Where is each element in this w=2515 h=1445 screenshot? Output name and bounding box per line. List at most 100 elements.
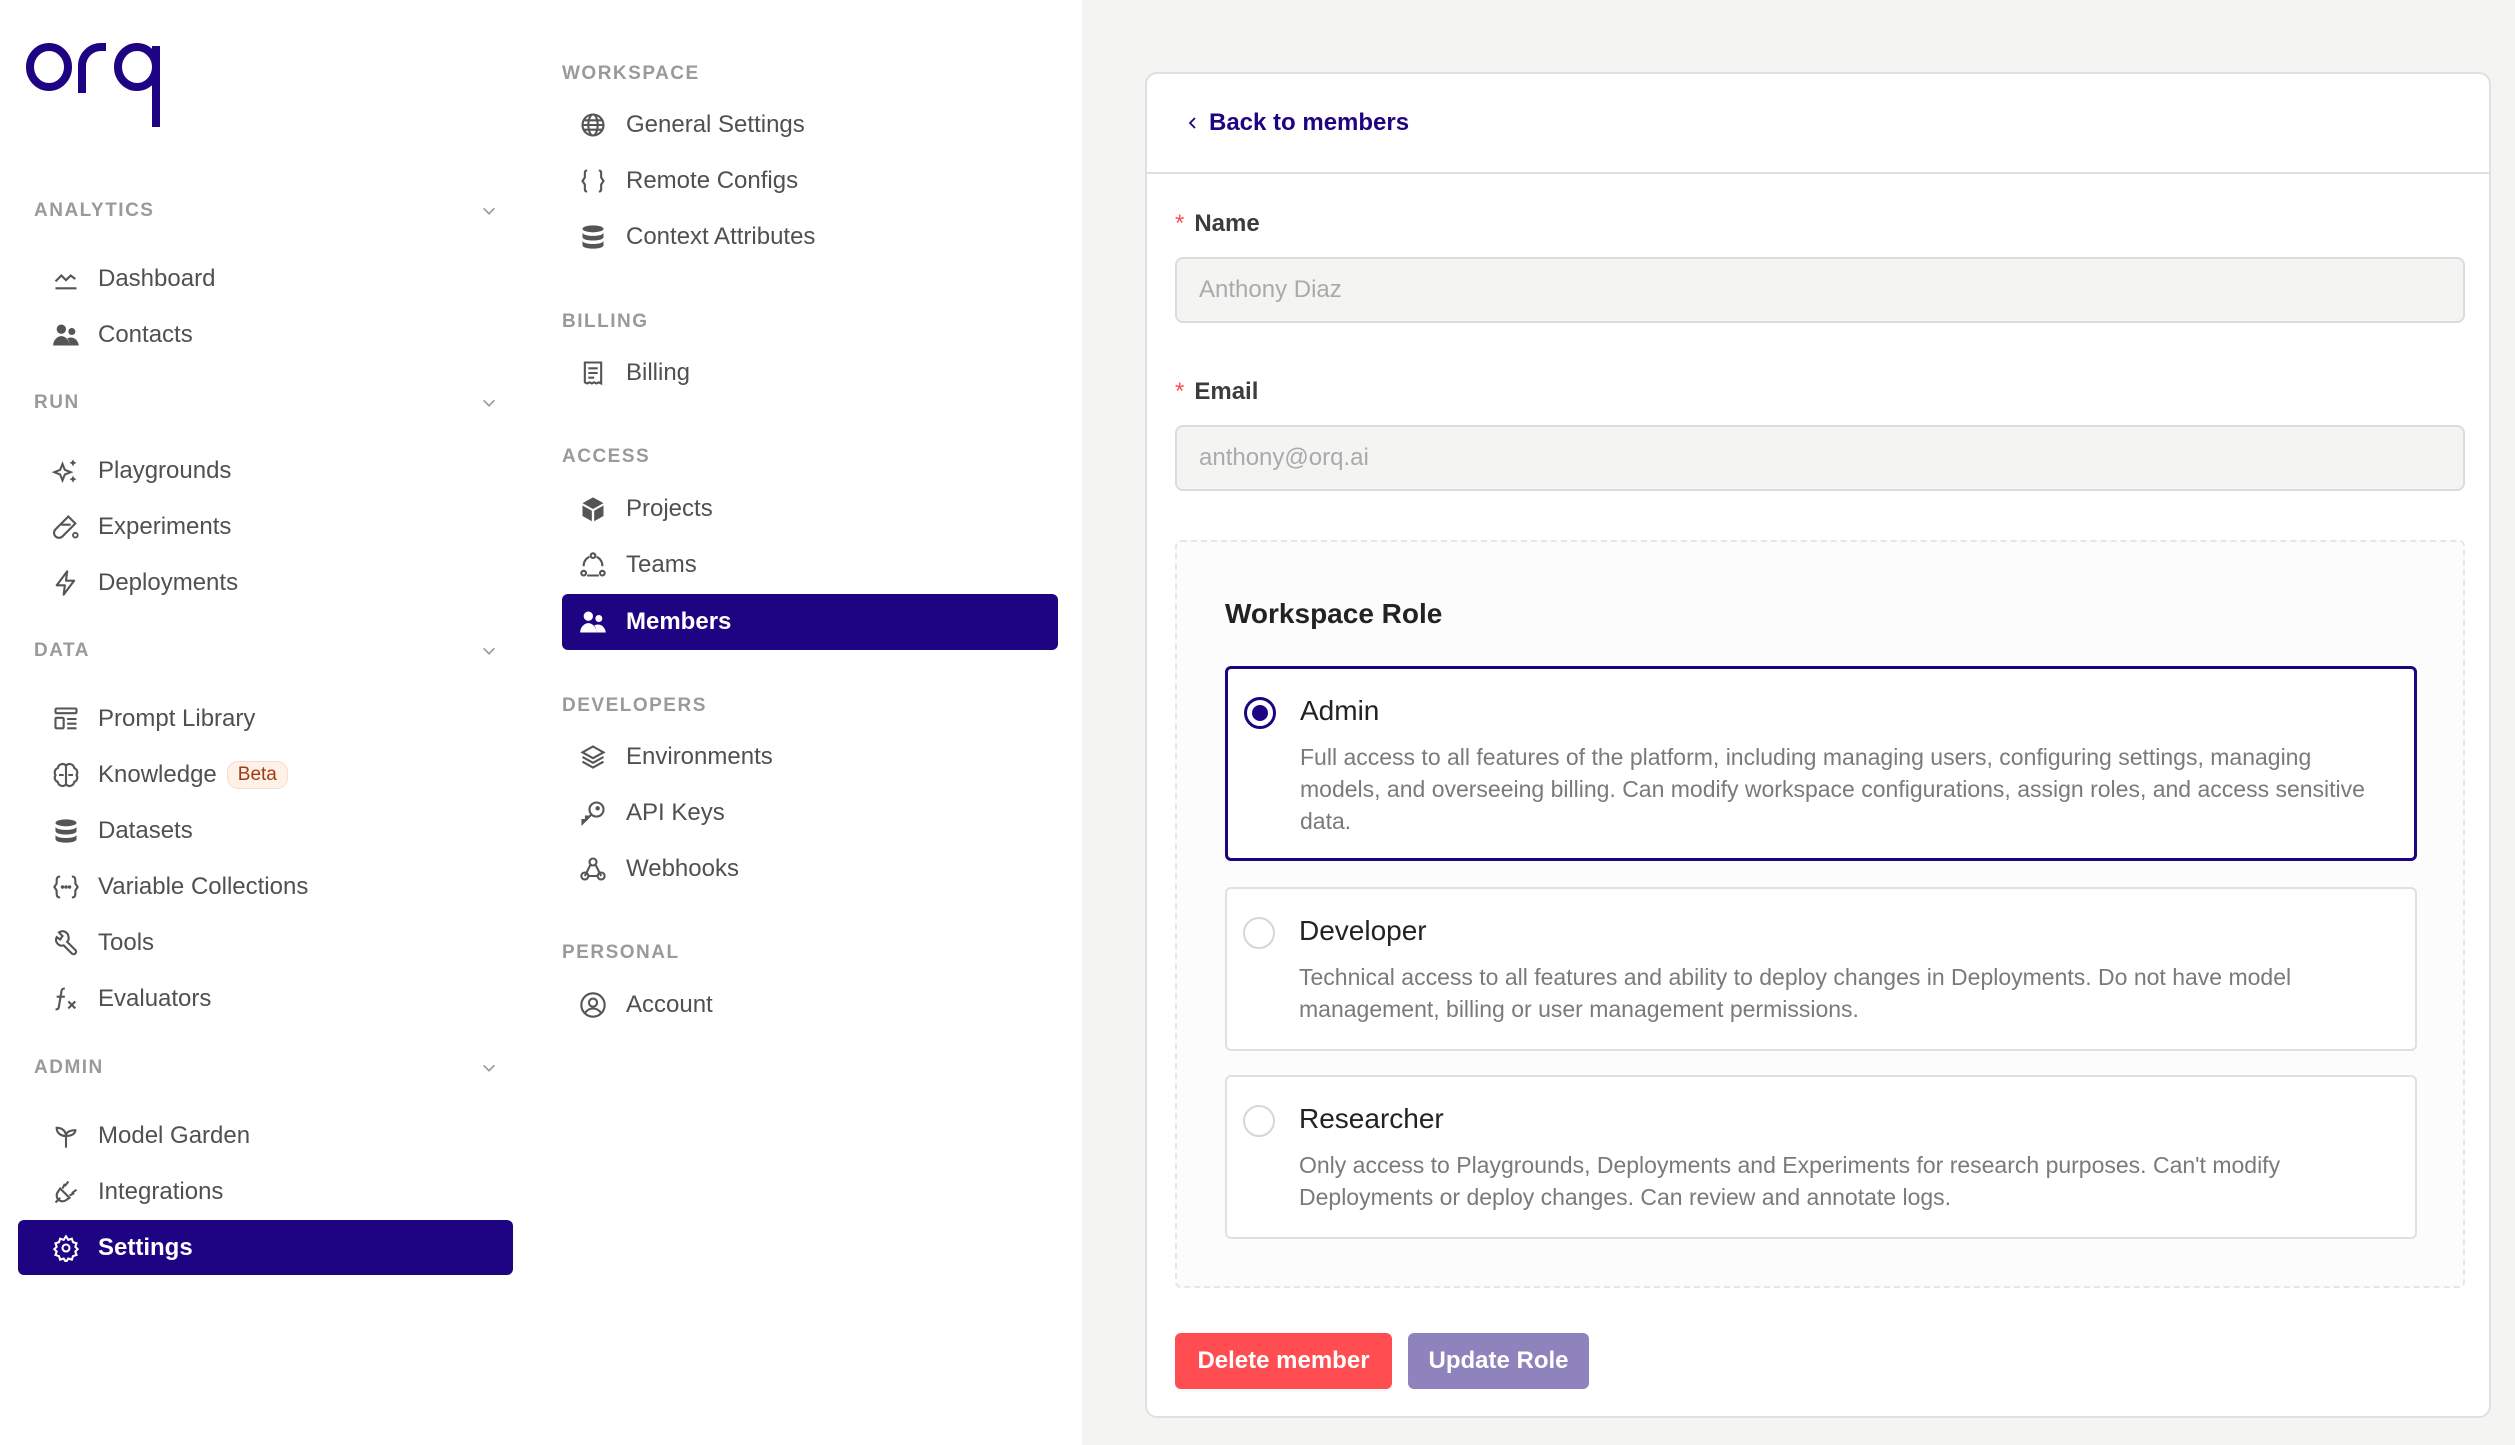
settings-item-remote-configs[interactable]: Remote Configs	[562, 153, 1058, 209]
sidebar-item-label: Model Garden	[98, 1121, 251, 1149]
chevron-left-icon	[1188, 117, 1196, 129]
function-icon	[51, 984, 81, 1014]
chevron-down-icon	[483, 207, 495, 215]
role-option-researcher[interactable]: Researcher Only access to Playgrounds, D…	[1225, 1075, 2417, 1239]
settings-item-label: Account	[626, 991, 713, 1018]
key-icon	[578, 798, 608, 828]
role-name: Researcher	[1299, 1103, 1444, 1134]
role-option-developer[interactable]: Developer Technical access to all featur…	[1225, 887, 2417, 1051]
sidebar-item-label: Dashboard	[98, 264, 216, 292]
role-description: Only access to Playgrounds, Deployments …	[1299, 1152, 2281, 1210]
sidebar-item-variable-collections[interactable]: Variable Collections	[18, 859, 513, 914]
sidebar-item-evaluators[interactable]: Evaluators	[18, 971, 513, 1026]
layout-list-icon	[51, 704, 81, 734]
sidebar-item-datasets[interactable]: Datasets	[18, 803, 513, 858]
section-header-data[interactable]: DATA	[34, 636, 495, 666]
sidebar-item-dashboard[interactable]: Dashboard	[18, 251, 513, 306]
cube-icon	[578, 494, 608, 524]
webhook-icon	[578, 854, 608, 884]
braces-icon	[578, 166, 608, 196]
settings-item-label: Billing	[626, 359, 691, 386]
braces-dots-icon	[51, 872, 81, 902]
settings-item-label: API Keys	[626, 799, 725, 826]
workspace-role-section: Workspace Role Admin Full access to all …	[1175, 540, 2465, 1288]
chevron-down-icon	[483, 1064, 495, 1072]
settings-section-developers: DEVELOPERS	[562, 695, 707, 716]
settings-item-label: Context Attributes	[626, 223, 816, 250]
sparkles-icon	[51, 456, 81, 486]
sidebar-item-label: Contacts	[98, 320, 193, 348]
section-header-run[interactable]: RUN	[34, 388, 495, 418]
section-header-analytics[interactable]: ANALYTICS	[34, 196, 495, 226]
sidebar-item-playgrounds[interactable]: Playgrounds	[18, 443, 513, 498]
settings-item-teams[interactable]: Teams	[562, 537, 1058, 593]
settings-section-workspace: WORKSPACE	[562, 63, 700, 84]
settings-item-billing[interactable]: Billing	[562, 345, 1058, 401]
sidebar-item-tools[interactable]: Tools	[18, 915, 513, 970]
required-asterisk: *	[1175, 210, 1185, 237]
test-tube-icon	[51, 512, 81, 542]
radio-unselected[interactable]	[1243, 917, 1275, 949]
role-name: Developer	[1299, 915, 1427, 946]
plug-icon	[51, 1177, 81, 1207]
user-circle-icon	[578, 990, 608, 1020]
sidebar-item-settings[interactable]: Settings	[18, 1220, 513, 1275]
role-description: Technical access to all features and abi…	[1299, 964, 2292, 1022]
section-title: RUN	[34, 392, 80, 413]
wrench-icon	[51, 928, 81, 958]
sidebar-item-integrations[interactable]: Integrations	[18, 1164, 513, 1219]
layers-icon	[578, 742, 608, 772]
sidebar-item-label: Experiments	[98, 512, 232, 540]
email-input[interactable]	[1175, 425, 2465, 491]
section-title: ADMIN	[34, 1057, 104, 1078]
users-icon	[578, 607, 608, 637]
back-to-members-link[interactable]: Back to members	[1185, 109, 1409, 137]
orq-logo[interactable]	[22, 42, 172, 132]
sprout-icon	[51, 1121, 81, 1151]
sidebar-item-prompt-library[interactable]: Prompt Library	[18, 691, 513, 746]
sidebar-item-label: Playgrounds	[98, 456, 232, 484]
settings-item-webhooks[interactable]: Webhooks	[562, 841, 1058, 897]
sidebar-item-knowledge[interactable]: Knowledge Beta	[18, 747, 513, 802]
sidebar-item-label: Prompt Library	[98, 704, 256, 732]
settings-item-members[interactable]: Members	[562, 594, 1058, 650]
sidebar-item-deployments[interactable]: Deployments	[18, 555, 513, 610]
section-title: DATA	[34, 640, 90, 661]
settings-item-environments[interactable]: Environments	[562, 729, 1058, 785]
update-role-button[interactable]: Update Role	[1408, 1333, 1589, 1389]
users-icon	[51, 320, 81, 350]
delete-member-button[interactable]: Delete member	[1175, 1333, 1392, 1389]
settings-item-label: Environments	[626, 743, 773, 770]
sidebar-item-experiments[interactable]: Experiments	[18, 499, 513, 554]
settings-item-api-keys[interactable]: API Keys	[562, 785, 1058, 841]
sidebar-item-label: Datasets	[98, 816, 193, 844]
email-label: * Email	[1175, 378, 1258, 406]
receipt-icon	[578, 358, 608, 388]
name-input[interactable]	[1175, 257, 2465, 323]
role-option-admin[interactable]: Admin Full access to all features of the…	[1225, 666, 2417, 861]
role-name: Admin	[1300, 695, 1380, 726]
main-sidebar: ANALYTICS Dashboard Contacts RUN Playgro…	[0, 0, 540, 1445]
sidebar-item-label: Settings	[98, 1233, 193, 1261]
settings-item-projects[interactable]: Projects	[562, 481, 1058, 537]
sidebar-item-contacts[interactable]: Contacts	[18, 307, 513, 362]
required-asterisk: *	[1175, 378, 1185, 405]
radio-selected[interactable]	[1244, 697, 1276, 729]
settings-item-account[interactable]: Account	[562, 977, 1058, 1033]
radio-unselected[interactable]	[1243, 1105, 1275, 1137]
settings-section-personal: PERSONAL	[562, 942, 680, 963]
database-icon	[51, 816, 81, 846]
sidebar-item-label: Tools	[98, 928, 155, 956]
sidebar-item-model-garden[interactable]: Model Garden	[18, 1108, 513, 1163]
section-header-admin[interactable]: ADMIN	[34, 1053, 495, 1083]
section-title: ANALYTICS	[34, 200, 155, 221]
settings-item-general-settings[interactable]: General Settings	[562, 97, 1058, 153]
card-header: Back to members	[1147, 74, 2489, 174]
beta-badge: Beta	[226, 760, 288, 789]
back-link-label: Back to members	[1209, 109, 1410, 136]
settings-item-context-attributes[interactable]: Context Attributes	[562, 209, 1058, 265]
settings-item-label: Members	[626, 608, 732, 635]
brain-icon	[51, 760, 81, 790]
settings-sidebar: WORKSPACE General Settings Remote Config…	[540, 0, 1082, 1445]
member-edit-card: Back to members * Name * Email Workspace R…	[1145, 72, 2491, 1418]
